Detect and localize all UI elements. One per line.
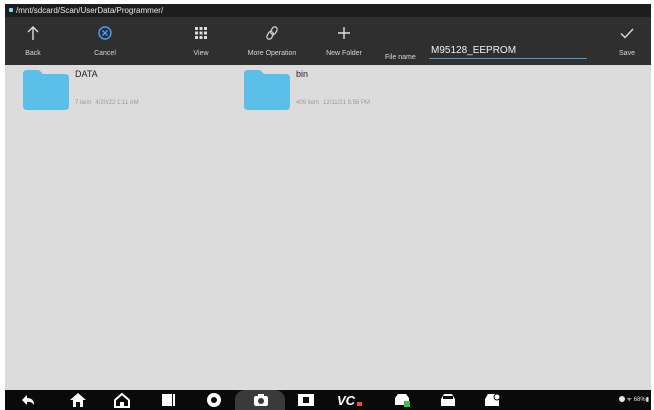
file-list: DATA 7 item 4/20/22 1:11 AM bin 409 item 1… — [5, 65, 651, 390]
file-name-input[interactable] — [429, 42, 587, 59]
file-save-screen: /mnt/sdcard/Scan/UserData/Programmer/ Ba… — [5, 4, 651, 410]
cancel-circle-icon — [98, 26, 112, 40]
vci-icon: VC — [337, 393, 362, 408]
camera-icon — [254, 394, 268, 406]
file-name-label: File name — [385, 54, 416, 61]
view-label: View — [193, 50, 209, 57]
path-bar: /mnt/sdcard/Scan/UserData/Programmer/ — [5, 4, 651, 17]
grid-icon — [195, 27, 207, 39]
wifi-icon: ᯤ — [626, 397, 632, 403]
nav-vci-button[interactable]: VC — [335, 391, 365, 409]
arrow-up-icon — [27, 26, 39, 40]
plus-icon — [338, 27, 350, 39]
folder-item-count: 7 item — [75, 100, 92, 106]
link-icon — [266, 26, 278, 40]
notification-icon — [618, 396, 625, 403]
back-label: Back — [25, 50, 41, 57]
back-button[interactable]: Back — [13, 17, 53, 65]
more-operation-label: More Operation — [247, 50, 297, 57]
nav-vehicle-button[interactable] — [437, 391, 459, 409]
screen-record-icon — [298, 394, 314, 406]
back-arrow-icon — [22, 395, 34, 405]
cancel-button[interactable]: Cancel — [81, 17, 129, 65]
view-button[interactable]: View — [181, 17, 221, 65]
folder-date: 4/20/22 1:11 AM — [95, 100, 139, 106]
folder-item-data[interactable]: DATA 7 item 4/20/22 1:11 AM — [9, 67, 229, 117]
nav-screen-record-button[interactable] — [295, 391, 317, 409]
status-area: ᯤ 68%▮ — [618, 395, 649, 403]
remote-expert-icon — [485, 393, 501, 406]
more-operation-button[interactable]: More Operation — [239, 17, 305, 65]
recents-icon — [162, 394, 175, 406]
folder-meta: 7 item 4/20/22 1:11 AM — [75, 100, 143, 106]
folder-date: 12/11/21 5:56 PM — [323, 100, 370, 106]
nav-home-button[interactable] — [67, 391, 89, 409]
nav-vehicle-connection-button[interactable] — [391, 391, 413, 409]
new-folder-button[interactable]: New Folder — [319, 17, 369, 65]
nav-recents-button[interactable] — [157, 391, 179, 409]
car-connection-icon — [395, 394, 410, 407]
folder-meta: 409 item 12/11/21 5:56 PM — [296, 100, 374, 106]
svg-text:VC: VC — [337, 393, 356, 408]
nav-camera-button[interactable] — [250, 391, 272, 409]
nav-browser-button[interactable] — [203, 391, 225, 409]
nav-back-button[interactable] — [17, 391, 39, 409]
save-button[interactable]: Save — [609, 17, 645, 65]
folder-icon — [23, 70, 69, 110]
battery-icon: ▮ — [645, 397, 649, 403]
system-nav-bar: VC ᯤ 68%▮ — [5, 390, 651, 410]
path-icon — [9, 8, 13, 13]
save-label: Save — [619, 50, 635, 57]
folder-item-bin[interactable]: bin 409 item 12/11/21 5:56 PM — [230, 67, 450, 117]
folder-name: DATA — [75, 69, 98, 79]
home-outline-icon — [114, 392, 130, 408]
nav-vci-home-button[interactable] — [111, 391, 133, 409]
check-icon — [620, 28, 634, 39]
folder-icon — [244, 70, 290, 110]
current-path: /mnt/sdcard/Scan/UserData/Programmer/ — [16, 6, 164, 15]
new-folder-label: New Folder — [326, 50, 362, 57]
home-icon — [70, 393, 86, 407]
folder-name: bin — [296, 69, 309, 79]
car-icon — [441, 394, 455, 406]
nav-remote-expert-button[interactable] — [481, 391, 503, 409]
battery-level: 68% — [633, 397, 646, 403]
folder-item-count: 409 item — [296, 100, 320, 106]
browser-icon — [207, 393, 221, 407]
toolbar: Back Cancel View More Operation New Fold… — [5, 17, 651, 65]
cancel-label: Cancel — [94, 50, 116, 57]
